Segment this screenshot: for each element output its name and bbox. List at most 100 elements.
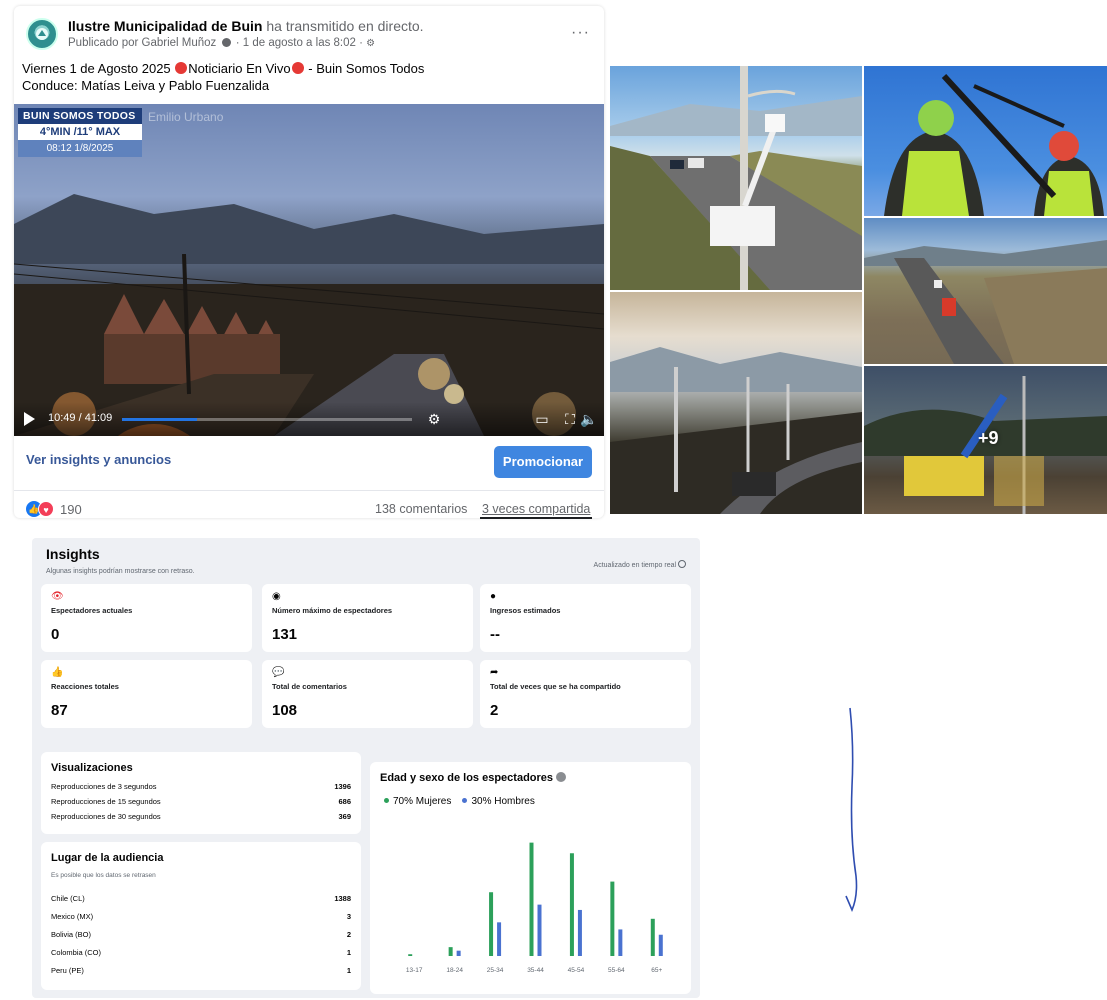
audience-country: Mexico (MX): [51, 912, 94, 921]
x-tick-label: 25-34: [487, 967, 504, 974]
bar-men-18-24: [456, 950, 461, 956]
overlay-title: BUIN SOMOS TODOS: [18, 108, 142, 124]
bar-men-45-54: [577, 909, 582, 956]
comment-icon: 💬: [272, 667, 285, 678]
post-date-link[interactable]: 1 de agosto a las 8:02: [243, 37, 356, 49]
bar-women-55-64: [610, 881, 615, 956]
views-row-value: 369: [338, 812, 351, 821]
bar-women-35-44: [529, 842, 534, 956]
photo-1-scene: [610, 66, 862, 290]
photo-poles-road-truck[interactable]: [610, 292, 862, 514]
reaction-count: 190: [60, 502, 82, 517]
audience-location-card: Lugar de la audiencia Es posible que los…: [41, 842, 361, 990]
views-card: Visualizaciones Reproducciones de 3 segu…: [41, 752, 361, 834]
video-progress-bar[interactable]: [122, 418, 412, 421]
published-by[interactable]: Publicado por Gabriel Muñoz: [68, 37, 216, 49]
more-photos-count: +9: [978, 428, 999, 448]
post-title-live: Noticiario En Vivo: [188, 61, 291, 76]
post-title-date: Viernes 1 de Agosto 2025: [22, 61, 171, 76]
fullscreen-icon[interactable]: ⛶: [562, 411, 578, 427]
photo-bucket-truck-road[interactable]: [610, 66, 862, 290]
post-action-text: ha transmitido en directo.: [266, 18, 424, 34]
card-value: 108: [272, 702, 298, 719]
volume-icon[interactable]: 🔈: [580, 411, 597, 427]
audience-row: Mexico (MX) 3: [51, 912, 351, 924]
video-time: 10:49 / 41:09: [48, 412, 113, 424]
thumbs-up-icon: 👍: [51, 667, 64, 678]
views-row-label: Reproducciones de 15 segundos: [51, 797, 161, 806]
video-progress-fill: [122, 418, 198, 421]
video-controls: 10:49 / 41:09 ⚙ ▭ ⛶ 🔈: [14, 402, 604, 436]
info-icon[interactable]: [678, 560, 686, 568]
handwritten-pen-mark: [845, 707, 858, 913]
bar-women-25-34: [489, 892, 494, 956]
live-video-player[interactable]: BUIN SOMOS TODOS 4°MIN /11° MAX 08:12 1/…: [14, 104, 604, 436]
post-title-show: - Buin Somos Todos: [308, 61, 425, 76]
men-legend-dot-icon: [462, 798, 468, 803]
overlay-extra-text: Emilio Urbano: [148, 110, 224, 124]
audience-subtitle: Es posible que los datos se retrasen: [51, 872, 156, 879]
age-gender-card: Edad y sexo de los espectadores 70% Muje…: [370, 762, 691, 994]
audience-country: Colombia (CO): [51, 948, 102, 957]
bar-men-35-44: [537, 904, 542, 956]
chart-legend: 70% Mujeres 30% Hombres: [384, 796, 535, 807]
share-icon: ➦: [490, 667, 499, 678]
play-icon[interactable]: [24, 412, 35, 426]
post-subtitle: Conduce: Matías Leiva y Pablo Fuenzalida: [22, 78, 270, 93]
overlay-temperature: 4°MIN /11° MAX: [18, 124, 142, 140]
age-gender-title-text: Edad y sexo de los espectadores: [380, 772, 554, 784]
post-header-text: Ilustre Municipalidad de Buin ha transmi…: [68, 18, 424, 49]
more-options-icon[interactable]: ···: [571, 24, 590, 42]
card-total-reactions: 👍 Reacciones totales 87: [41, 660, 252, 728]
post-text: Viernes 1 de Agosto 2025 Noticiario En V…: [22, 60, 582, 94]
audience-count: 1: [346, 966, 351, 975]
live-post-card: Ilustre Municipalidad de Buin ha transmi…: [14, 6, 604, 519]
photo-yellow-truck-crane[interactable]: +9: [864, 366, 1107, 514]
x-tick-label: 13-17: [406, 967, 423, 974]
audience-country: Peru (PE): [51, 966, 84, 975]
card-label: Espectadores actuales: [51, 606, 133, 615]
page-name-link[interactable]: Ilustre Municipalidad de Buin: [68, 18, 262, 34]
x-tick-label: 65+: [651, 967, 662, 974]
post-footer: 👍 ♥ 190 138 comentarios 3 veces comparti…: [14, 490, 604, 519]
card-value: 0: [51, 626, 60, 643]
views-row-label: Reproducciones de 3 segundos: [51, 782, 157, 791]
insights-panel: Insights Algunas insights podrían mostra…: [32, 538, 700, 998]
settings-gear-icon[interactable]: ⚙: [426, 411, 442, 427]
bar-men-55-64: [618, 929, 623, 956]
comments-count-link[interactable]: 138 comentarios: [375, 502, 467, 516]
audience-row: Chile (CL) 1388: [51, 894, 351, 906]
views-row-value: 1396: [334, 782, 351, 791]
video-mountains: [14, 194, 604, 264]
picture-in-picture-icon[interactable]: ▭: [534, 411, 550, 427]
x-tick-label: 55-64: [608, 967, 625, 974]
shares-count-link[interactable]: 3 veces compartida: [482, 502, 590, 516]
bar-men-65+: [658, 934, 663, 956]
photo-workers-helmets[interactable]: [864, 66, 1107, 216]
love-reaction-icon: ♥: [38, 501, 54, 517]
page-avatar[interactable]: [26, 18, 58, 50]
views-row-value: 686: [338, 797, 351, 806]
gear-icon[interactable]: ⚙: [366, 38, 375, 49]
audience-row: Peru (PE) 1: [51, 966, 351, 978]
bar-men-25-34: [497, 922, 502, 956]
promote-button[interactable]: Promocionar: [494, 446, 592, 478]
card-label: Total de veces que se ha compartido: [490, 682, 621, 691]
red-circle-emoji-icon: [175, 62, 188, 74]
bar-women-65+: [650, 918, 655, 956]
views-row: Reproducciones de 30 segundos 369: [51, 812, 351, 824]
audience-country: Chile (CL): [51, 894, 85, 903]
card-current-viewers: 👁 Espectadores actuales 0: [41, 584, 252, 652]
info-icon[interactable]: [556, 772, 567, 782]
women-legend-dot-icon: [384, 798, 389, 803]
photo-road-red-truck[interactable]: [864, 218, 1107, 364]
audience-icon: [221, 38, 231, 47]
audience-title: Lugar de la audiencia: [51, 852, 164, 864]
insights-and-ads-link[interactable]: Ver insights y anuncios: [26, 452, 171, 467]
bar-women-45-54: [569, 853, 574, 956]
photo-3-scene: [864, 240, 1107, 364]
photo-grid: +9: [610, 66, 1107, 514]
pin-icon: ◉: [272, 591, 281, 602]
views-row: Reproducciones de 15 segundos 686: [51, 797, 351, 809]
post-header: Ilustre Municipalidad de Buin ha transmi…: [22, 14, 596, 54]
